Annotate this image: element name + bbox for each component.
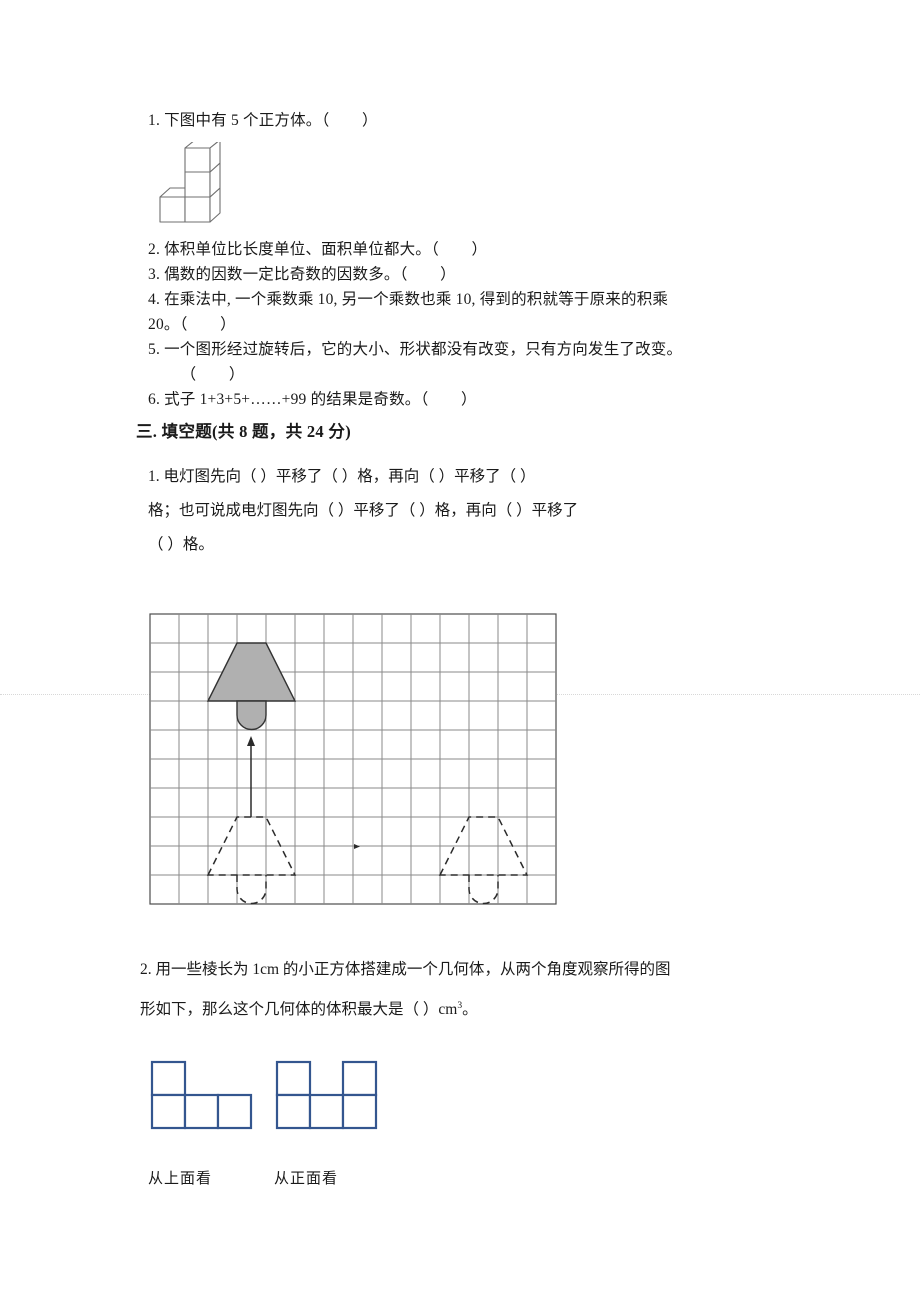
fill-in-question-2: 2. 用一些棱长为 1cm 的小正方体搭建成一个几何体，从两个角度观察所得的图 …: [140, 952, 830, 1028]
translation-grid-figure: [148, 612, 584, 917]
orthographic-views-svg: [150, 1060, 378, 1130]
tf-item-2: 2. 体积单位比长度单位、面积单位都大。（ ）: [148, 241, 488, 258]
tf-item-4-cont: 20。（ ）: [148, 316, 236, 333]
fill-in-q2-period: 。: [462, 1001, 478, 1019]
lamp-bulb-solid: [236, 700, 267, 731]
worksheet-page: 1. 下图中有 5 个正方体。（ ） 2. 体积单位比长度单位、面积单位都大。（…: [0, 0, 920, 1302]
fill-in-q1-line-3: （ ）格。: [148, 536, 214, 553]
view-from-top-label: 从上面看: [148, 1171, 213, 1187]
tf-item-1: 1. 下图中有 5 个正方体。（ ）: [148, 112, 378, 129]
orthographic-views-figure: 从上面看 从正面看: [146, 1056, 406, 1197]
tf-item-5: 5. 一个图形经过旋转后，它的大小、形状都没有改变，只有方向发生了改变。: [148, 341, 683, 358]
fill-in-question-1: 1. 电灯图先向（ ）平移了（ ）格，再向（ ）平移了（ ） 格；也可说成电灯图…: [148, 460, 848, 562]
tf-item-3: 3. 偶数的因数一定比奇数的因数多。（ ）: [148, 266, 456, 283]
fill-in-q2-line-1: 2. 用一些棱长为 1cm 的小正方体搭建成一个几何体，从两个角度观察所得的图: [140, 961, 671, 978]
translation-grid-svg: [149, 613, 557, 905]
cube-front-bottom-right: [184, 196, 211, 223]
tf-item-5-cont: （ ）: [148, 366, 245, 383]
view-from-top-shape: [150, 1060, 253, 1130]
view-from-front-label: 从正面看: [274, 1171, 339, 1187]
cube-front-middle: [184, 171, 211, 198]
tf-item-4: 4. 在乘法中, 一个乘数乘 10, 另一个乘数也乘 10, 得到的积就等于原来…: [148, 291, 669, 308]
tf-item-6: 6. 式子 1+3+5+……+99 的结果是奇数。（ ）: [148, 391, 477, 408]
fill-in-q1-line-1: 1. 电灯图先向（ ）平移了（ ）格，再向（ ）平移了（ ）: [148, 468, 536, 485]
section-heading-fill-in: 三. 填空题(共 8 题，共 24 分): [136, 422, 351, 441]
cube-stack-svg: [159, 139, 221, 223]
cube-stack-figure: [152, 139, 262, 232]
fill-in-q2-line-2: 形如下，那么这个几何体的体积最大是（ ）cm3。: [140, 988, 830, 1028]
cube-front-bottom-left: [159, 196, 186, 223]
view-from-front-shape: [275, 1060, 378, 1130]
fill-in-q2-line-2-text: 形如下，那么这个几何体的体积最大是（ ）cm: [140, 1001, 458, 1019]
fill-in-q1-line-2: 格；也可说成电灯图先向（ ）平移了（ ）格，再向（ ）平移了: [148, 502, 579, 519]
cube-front-top: [184, 147, 211, 173]
